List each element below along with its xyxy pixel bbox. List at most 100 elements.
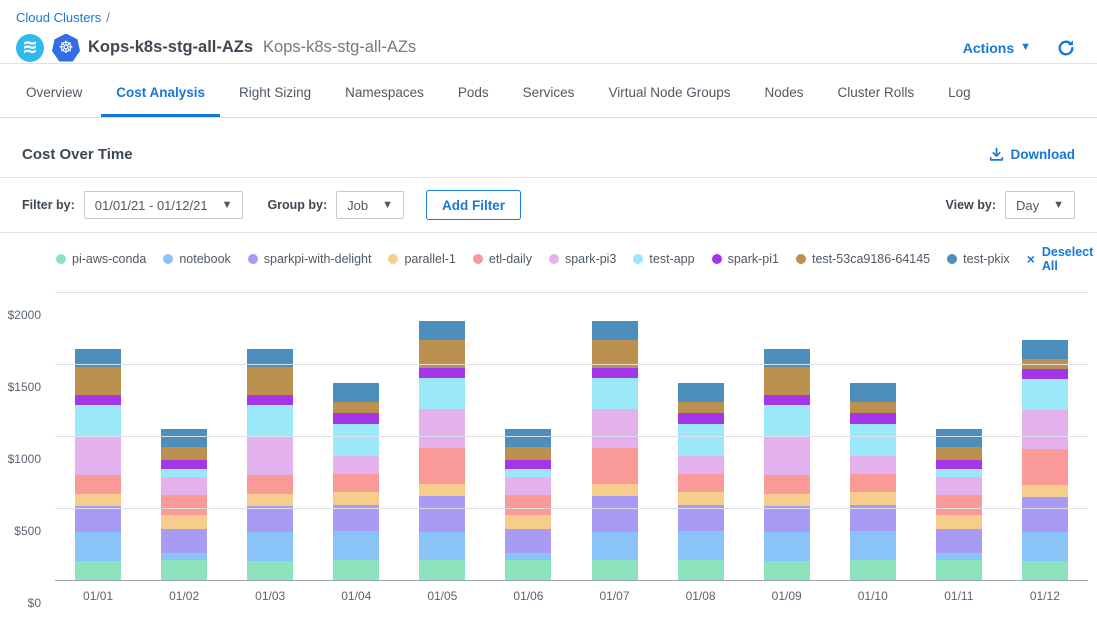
legend-item-spark-pi1[interactable]: spark-pi1 xyxy=(712,252,779,266)
bar-segment-spark-pi3[interactable] xyxy=(592,409,638,448)
bar-segment-sparkpi-with-delight[interactable] xyxy=(247,506,293,532)
legend-item-test-53ca9186-64145[interactable]: test-53ca9186-64145 xyxy=(796,252,930,266)
bar-segment-parallel-1[interactable] xyxy=(678,492,724,505)
bar-segment-notebook[interactable] xyxy=(850,531,896,561)
legend-item-test-pkix[interactable]: test-pkix xyxy=(947,252,1010,266)
bar-segment-sparkpi-with-delight[interactable] xyxy=(1022,497,1068,532)
bar-stack-01-11[interactable] xyxy=(936,429,982,581)
download-button[interactable]: Download xyxy=(989,147,1076,162)
bar-segment-test-app[interactable] xyxy=(1022,379,1068,410)
bar-segment-pi-aws-conda[interactable] xyxy=(247,561,293,581)
bar-segment-spark-pi3[interactable] xyxy=(1022,410,1068,449)
bar-segment-etl-daily[interactable] xyxy=(419,448,465,484)
bar-segment-etl-daily[interactable] xyxy=(850,474,896,492)
bar-segment-spark-pi3[interactable] xyxy=(161,477,207,495)
bar-segment-etl-daily[interactable] xyxy=(936,495,982,514)
bar-segment-notebook[interactable] xyxy=(161,553,207,560)
bar-segment-spark-pi1[interactable] xyxy=(333,413,379,424)
bar-segment-test-53ca9186-64145[interactable] xyxy=(247,367,293,394)
bar-segment-etl-daily[interactable] xyxy=(592,448,638,484)
view-by-select[interactable]: Day ▼ xyxy=(1005,191,1075,219)
bar-segment-spark-pi1[interactable] xyxy=(764,395,810,405)
bar-segment-test-pkix[interactable] xyxy=(678,383,724,402)
bar-segment-test-pkix[interactable] xyxy=(161,429,207,447)
bar-segment-spark-pi1[interactable] xyxy=(419,368,465,379)
tab-log[interactable]: Log xyxy=(933,65,986,117)
bar-segment-sparkpi-with-delight[interactable] xyxy=(936,529,982,552)
bar-segment-test-pkix[interactable] xyxy=(505,429,551,447)
bar-segment-notebook[interactable] xyxy=(333,531,379,561)
tab-cost-analysis[interactable]: Cost Analysis xyxy=(101,65,220,117)
bar-segment-pi-aws-conda[interactable] xyxy=(850,560,896,581)
actions-button[interactable]: Actions ▼ xyxy=(963,40,1031,56)
bar-segment-spark-pi1[interactable] xyxy=(936,460,982,470)
bar-segment-test-pkix[interactable] xyxy=(1022,340,1068,359)
legend-item-sparkpi-with-delight[interactable]: sparkpi-with-delight xyxy=(248,252,372,266)
group-by-select[interactable]: Job ▼ xyxy=(336,191,404,219)
bar-segment-spark-pi3[interactable] xyxy=(333,456,379,474)
bar-stack-01-10[interactable] xyxy=(850,383,896,581)
tab-right-sizing[interactable]: Right Sizing xyxy=(224,65,326,117)
bar-segment-parallel-1[interactable] xyxy=(505,515,551,530)
bar-stack-01-09[interactable] xyxy=(764,349,810,581)
bar-segment-sparkpi-with-delight[interactable] xyxy=(678,505,724,530)
bar-stack-01-07[interactable] xyxy=(592,321,638,581)
bar-segment-sparkpi-with-delight[interactable] xyxy=(592,496,638,531)
breadcrumb-link-cloud-clusters[interactable]: Cloud Clusters xyxy=(16,10,101,25)
bar-segment-pi-aws-conda[interactable] xyxy=(75,561,121,581)
bar-segment-pi-aws-conda[interactable] xyxy=(419,560,465,581)
bar-segment-sparkpi-with-delight[interactable] xyxy=(333,505,379,530)
bar-segment-etl-daily[interactable] xyxy=(1022,449,1068,485)
bar-segment-parallel-1[interactable] xyxy=(333,492,379,505)
bar-stack-01-04[interactable] xyxy=(333,383,379,581)
bar-segment-pi-aws-conda[interactable] xyxy=(678,560,724,581)
bar-segment-parallel-1[interactable] xyxy=(247,494,293,506)
legend-item-notebook[interactable]: notebook xyxy=(163,252,230,266)
bar-segment-test-53ca9186-64145[interactable] xyxy=(936,447,982,459)
tab-virtual-node-groups[interactable]: Virtual Node Groups xyxy=(593,65,745,117)
bar-segment-test-pkix[interactable] xyxy=(936,429,982,447)
bar-segment-parallel-1[interactable] xyxy=(419,484,465,496)
bar-segment-spark-pi3[interactable] xyxy=(247,437,293,476)
legend-item-pi-aws-conda[interactable]: pi-aws-conda xyxy=(56,252,146,266)
bar-segment-test-53ca9186-64145[interactable] xyxy=(505,447,551,459)
legend-item-parallel-1[interactable]: parallel-1 xyxy=(388,252,455,266)
bar-segment-spark-pi1[interactable] xyxy=(247,395,293,405)
bar-segment-test-app[interactable] xyxy=(764,405,810,437)
bar-segment-spark-pi3[interactable] xyxy=(505,477,551,495)
legend-item-test-app[interactable]: test-app xyxy=(633,252,694,266)
bar-segment-spark-pi3[interactable] xyxy=(678,456,724,474)
bar-segment-test-app[interactable] xyxy=(419,378,465,409)
bar-segment-sparkpi-with-delight[interactable] xyxy=(850,505,896,530)
bar-segment-notebook[interactable] xyxy=(419,532,465,561)
bar-segment-test-53ca9186-64145[interactable] xyxy=(161,447,207,459)
bar-segment-notebook[interactable] xyxy=(247,532,293,561)
tab-services[interactable]: Services xyxy=(508,65,590,117)
tab-namespaces[interactable]: Namespaces xyxy=(330,65,439,117)
bar-segment-spark-pi1[interactable] xyxy=(592,368,638,379)
bar-segment-spark-pi3[interactable] xyxy=(419,409,465,448)
date-range-select[interactable]: 01/01/21 - 01/12/21 ▼ xyxy=(84,191,244,219)
bar-segment-notebook[interactable] xyxy=(1022,532,1068,561)
bar-segment-sparkpi-with-delight[interactable] xyxy=(161,529,207,552)
bar-segment-test-pkix[interactable] xyxy=(592,321,638,339)
bar-segment-parallel-1[interactable] xyxy=(1022,485,1068,497)
bar-segment-etl-daily[interactable] xyxy=(764,475,810,494)
bar-segment-sparkpi-with-delight[interactable] xyxy=(419,496,465,531)
refresh-icon[interactable] xyxy=(1057,39,1075,57)
bar-segment-spark-pi1[interactable] xyxy=(75,395,121,405)
bar-segment-spark-pi3[interactable] xyxy=(75,437,121,476)
tab-nodes[interactable]: Nodes xyxy=(750,65,819,117)
bar-segment-test-app[interactable] xyxy=(247,405,293,437)
tab-pods[interactable]: Pods xyxy=(443,65,504,117)
legend-item-spark-pi3[interactable]: spark-pi3 xyxy=(549,252,616,266)
bar-segment-spark-pi1[interactable] xyxy=(850,413,896,424)
bar-segment-etl-daily[interactable] xyxy=(333,474,379,492)
bar-segment-spark-pi3[interactable] xyxy=(764,437,810,476)
bar-segment-notebook[interactable] xyxy=(505,553,551,560)
bar-segment-parallel-1[interactable] xyxy=(936,515,982,530)
bar-stack-01-12[interactable] xyxy=(1022,340,1068,581)
bar-segment-test-pkix[interactable] xyxy=(850,383,896,402)
bar-segment-etl-daily[interactable] xyxy=(247,475,293,494)
bar-segment-sparkpi-with-delight[interactable] xyxy=(75,506,121,532)
